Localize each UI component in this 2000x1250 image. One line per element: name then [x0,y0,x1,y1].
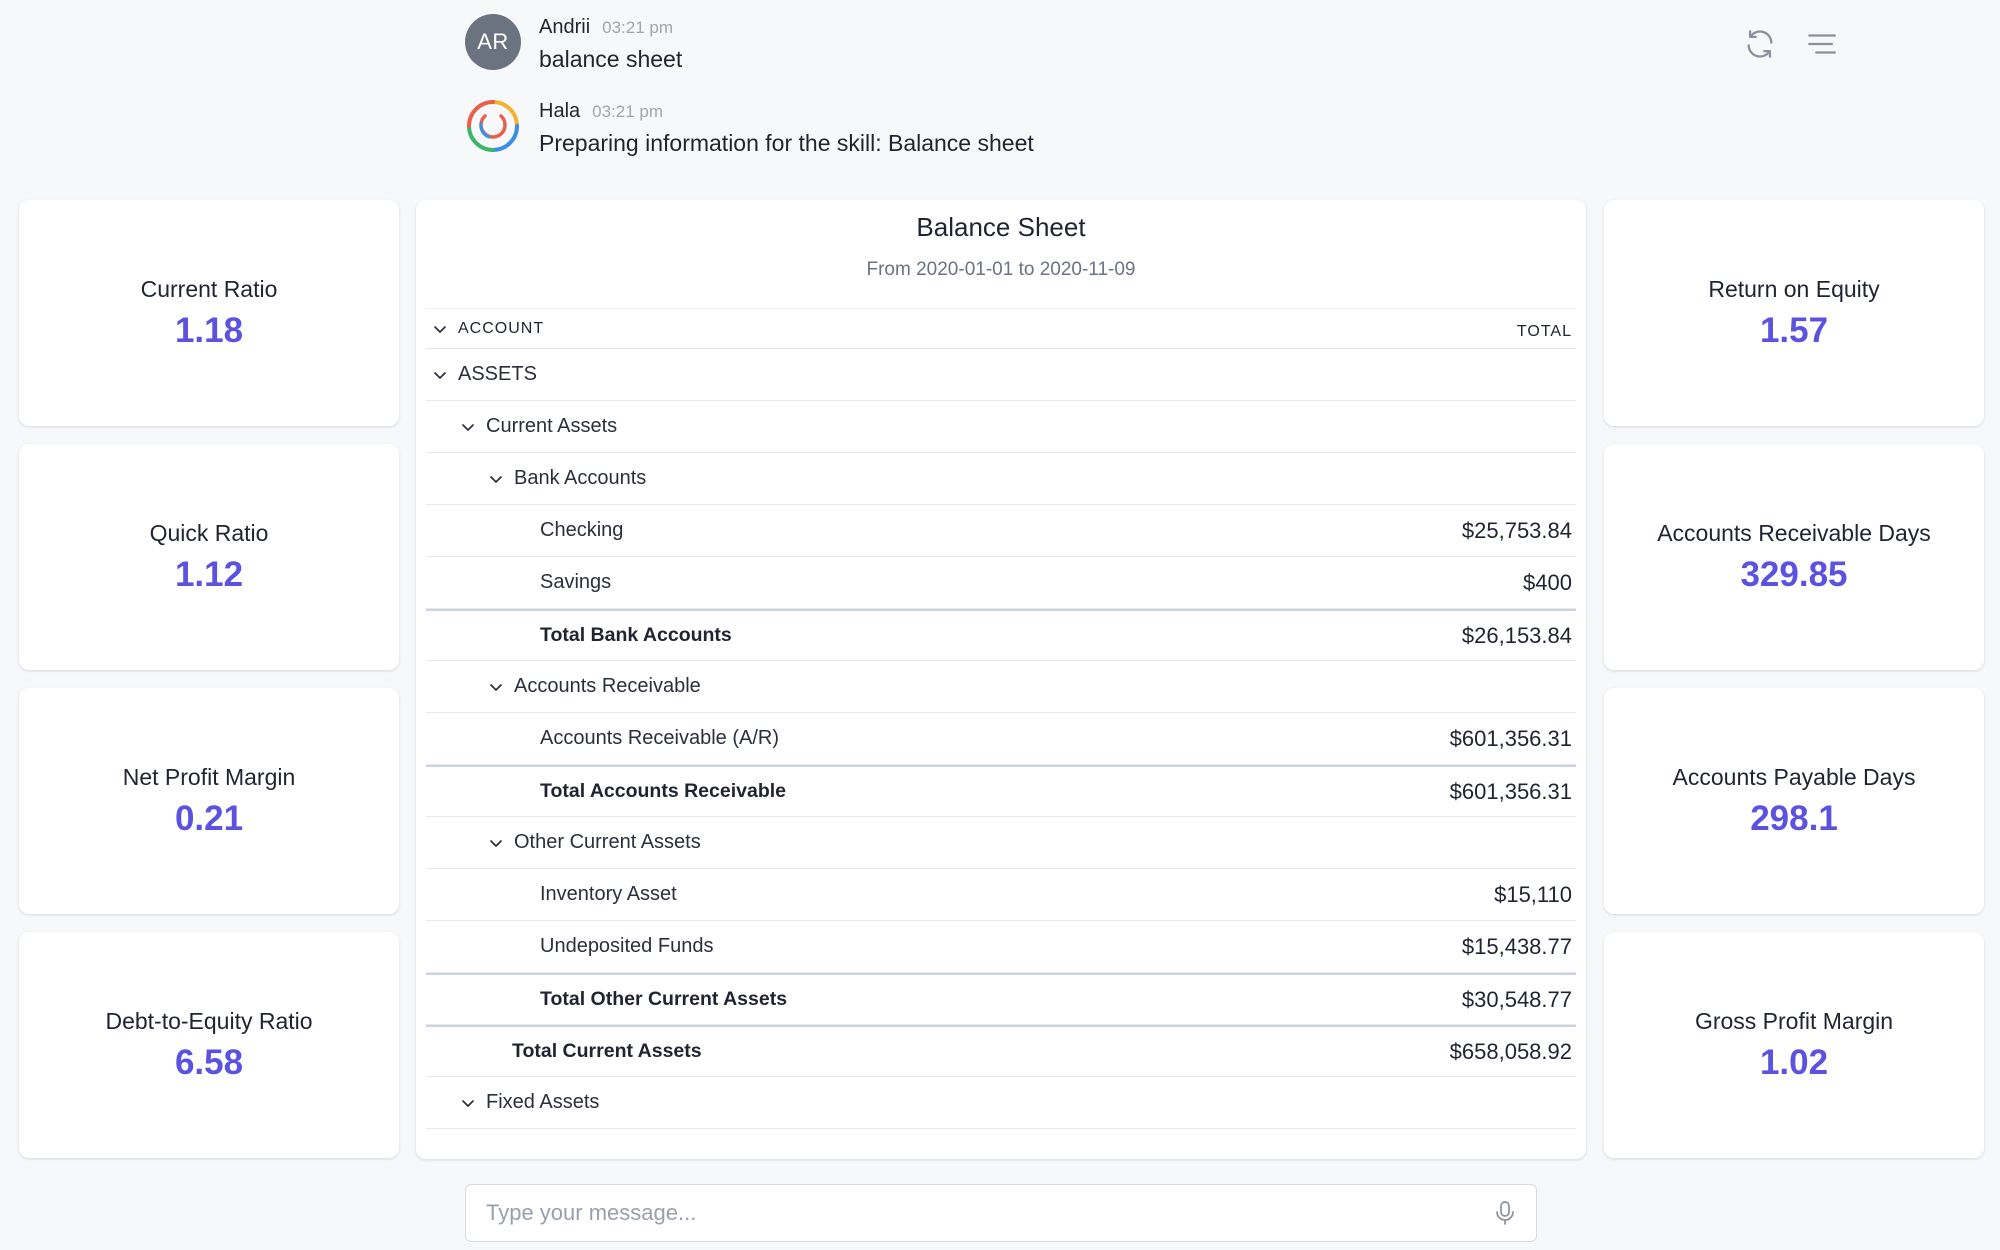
row-label: Total Current Assets [512,1040,702,1062]
row-label: ASSETS [458,363,537,385]
row-label: Accounts Receivable (A/R) [540,727,779,749]
metric-value: 1.18 [174,310,244,350]
chevron-down-icon[interactable] [486,833,506,853]
table-row[interactable]: Other Current Assets [426,817,1576,869]
chat-message: Hala 03:21 pm Preparing information for … [465,98,1565,182]
metric-card-ar-days: Accounts Receivable Days 329.85 [1604,444,1984,670]
table-row[interactable]: Accounts Receivable [426,661,1576,713]
table-row[interactable]: Inventory Asset $15,110 [426,869,1576,921]
row-amount: $25,753.84 [1461,517,1572,543]
avatar-initials: AR [477,29,509,54]
row-label: Checking [540,519,624,541]
metric-value: 1.12 [174,554,244,594]
table-row[interactable]: Checking $25,753.84 [426,505,1576,557]
row-amount: $15,110 [1494,881,1572,907]
metric-value: 1.57 [1759,310,1829,350]
metric-label: Accounts Payable Days [1672,763,1916,790]
table-row-total[interactable]: Total Other Current Assets $30,548.77 [426,973,1576,1025]
table-row[interactable]: Bank Accounts [426,453,1576,505]
metric-label: Current Ratio [140,275,278,302]
message-author: Hala [539,100,581,122]
table-row[interactable]: Fixed Assets [426,1077,1576,1129]
chat-thread: AR Andrii 03:21 pm balance sheet Hala 03… [465,14,1565,182]
row-label: Total Accounts Receivable [540,780,786,802]
metric-value: 0.21 [174,798,244,838]
balance-sheet-table: ACCOUNT TOTAL ASSETS Current Assets Bank… [426,308,1576,1129]
chevron-down-icon[interactable] [486,677,506,697]
row-amount: $658,058.92 [1449,1038,1572,1064]
table-row[interactable]: Current Assets [426,401,1576,453]
message-author: Andrii [539,16,591,38]
row-label: Bank Accounts [514,467,647,489]
menu-icon [1808,34,1836,54]
metric-card-gross-profit-margin: Gross Profit Margin 1.02 [1604,932,1984,1158]
chevron-down-icon[interactable] [486,469,506,489]
chat-message: AR Andrii 03:21 pm balance sheet [465,14,1565,98]
row-label: Total Bank Accounts [540,624,732,646]
row-amount: $15,438.77 [1461,933,1572,959]
row-amount: $601,356.31 [1449,725,1572,751]
table-row-total[interactable]: Total Accounts Receivable $601,356.31 [426,765,1576,817]
metric-value: 329.85 [1740,554,1848,594]
metric-card-ap-days: Accounts Payable Days 298.1 [1604,688,1984,914]
metric-label: Net Profit Margin [122,763,296,790]
microphone-button[interactable] [1490,1198,1520,1228]
metric-label: Gross Profit Margin [1694,1007,1894,1034]
metric-label: Return on Equity [1708,275,1880,302]
metric-label: Quick Ratio [149,519,269,546]
chevron-down-icon[interactable] [430,319,450,339]
message-time: 03:21 pm [602,18,674,37]
row-amount: $26,153.84 [1461,622,1572,648]
table-row[interactable]: Accounts Receivable (A/R) $601,356.31 [426,713,1576,765]
row-label: Total Other Current Assets [540,988,788,1010]
row-amount: $30,548.77 [1461,986,1572,1012]
metric-card-quick-ratio: Quick Ratio 1.12 [19,444,399,670]
metric-card-return-on-equity: Return on Equity 1.57 [1604,200,1984,426]
row-amount: $601,356.31 [1449,778,1572,804]
microphone-icon [1496,1201,1514,1225]
sheet-date-range: From 2020-01-01 to 2020-11-09 [866,259,1136,280]
row-label: Accounts Receivable [514,675,701,697]
table-row[interactable]: Undeposited Funds $15,438.77 [426,921,1576,973]
row-amount: $400 [1523,569,1572,595]
assistant-logo-icon [465,98,521,154]
row-label: Savings [540,571,612,593]
metric-card-current-ratio: Current Ratio 1.18 [19,200,399,426]
user-avatar: AR [465,14,521,70]
column-header-total[interactable]: TOTAL [1517,323,1572,341]
column-header-account[interactable]: ACCOUNT [458,320,544,338]
top-actions [1742,26,1866,62]
metric-label: Debt-to-Equity Ratio [105,1007,313,1034]
balance-sheet-panel: Balance Sheet From 2020-01-01 to 2020-11… [416,200,1586,1159]
sheet-title: Balance Sheet [916,212,1086,242]
message-composer [465,1184,1537,1242]
metric-label: Accounts Receivable Days [1657,519,1931,546]
message-text: balance sheet [539,46,683,72]
menu-button[interactable] [1804,26,1840,62]
refresh-button[interactable] [1742,26,1778,62]
row-label: Undeposited Funds [540,935,714,957]
table-row[interactable]: ASSETS [426,349,1576,401]
row-label: Fixed Assets [486,1091,600,1113]
table-row-total[interactable]: Total Current Assets $658,058.92 [426,1025,1576,1077]
metric-card-debt-to-equity: Debt-to-Equity Ratio 6.58 [19,932,399,1158]
metric-value: 298.1 [1750,798,1838,838]
chevron-down-icon[interactable] [458,417,478,437]
row-label: Current Assets [486,415,618,437]
metric-value: 6.58 [174,1042,244,1082]
message-input[interactable] [484,1199,1490,1227]
row-label: Inventory Asset [540,883,677,905]
table-header: ACCOUNT TOTAL [426,308,1576,349]
message-text: Preparing information for the skill: Bal… [539,130,1034,156]
row-label: Other Current Assets [514,831,701,853]
metric-card-net-profit-margin: Net Profit Margin 0.21 [19,688,399,914]
refresh-icon [1747,30,1773,58]
table-row[interactable]: Savings $400 [426,557,1576,609]
metric-value: 1.02 [1759,1042,1829,1082]
chevron-down-icon[interactable] [458,1093,478,1113]
table-row-total[interactable]: Total Bank Accounts $26,153.84 [426,609,1576,661]
message-time: 03:21 pm [592,102,664,121]
chevron-down-icon[interactable] [430,365,450,385]
